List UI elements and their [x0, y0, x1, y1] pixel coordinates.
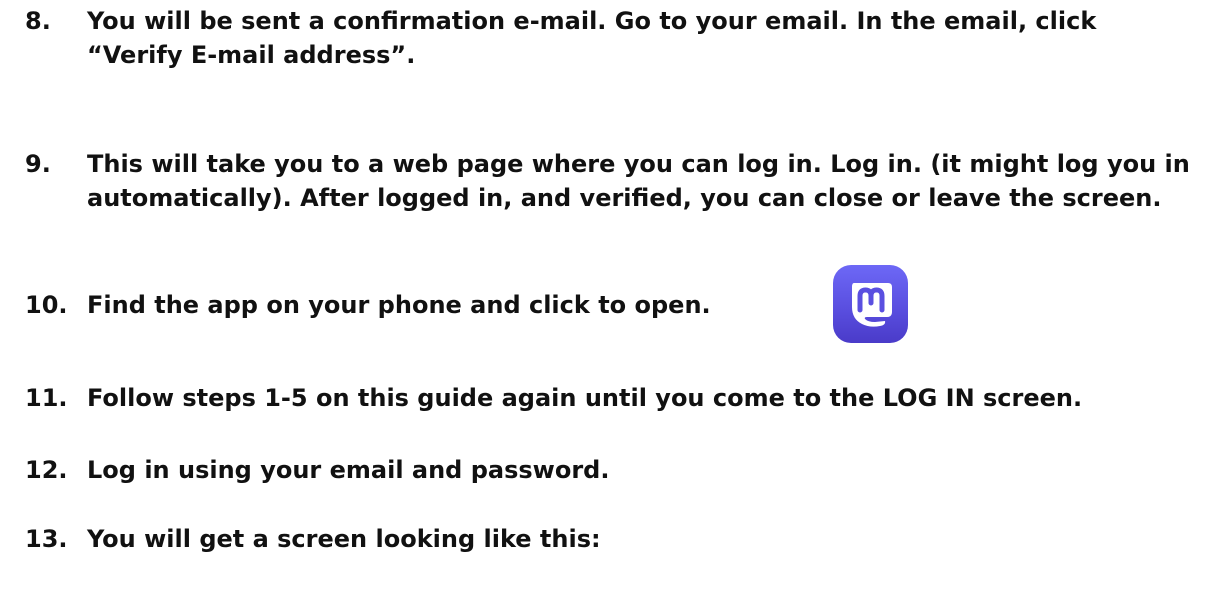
step-number: 9. — [25, 150, 51, 178]
step-text: Follow steps 1-5 on this guide again unt… — [87, 384, 1083, 412]
step-number: 12. — [25, 456, 68, 484]
step-text: You will get a screen looking like this: — [87, 525, 601, 553]
step-text: Log in using your email and password. — [87, 456, 610, 484]
step-number: 13. — [25, 525, 68, 553]
step-8: 8. You will be sent a confirmation e-mai… — [25, 4, 1197, 72]
step-11: 11. Follow steps 1-5 on this guide again… — [25, 381, 1197, 415]
step-9: 9. This will take you to a web page wher… — [25, 147, 1197, 215]
step-text: This will take you to a web page where y… — [87, 150, 1190, 212]
step-text: You will be sent a confirmation e-mail. … — [87, 7, 1097, 69]
step-number: 11. — [25, 384, 68, 412]
step-number: 10. — [25, 291, 68, 319]
step-12: 12. Log in using your email and password… — [25, 453, 1197, 487]
mastodon-icon — [851, 283, 892, 327]
step-number: 8. — [25, 7, 51, 35]
step-13: 13. You will get a screen looking like t… — [25, 522, 1197, 556]
mastodon-app-icon — [833, 265, 908, 343]
step-text: Find the app on your phone and click to … — [87, 291, 711, 319]
step-10: 10. Find the app on your phone and click… — [25, 288, 1197, 322]
